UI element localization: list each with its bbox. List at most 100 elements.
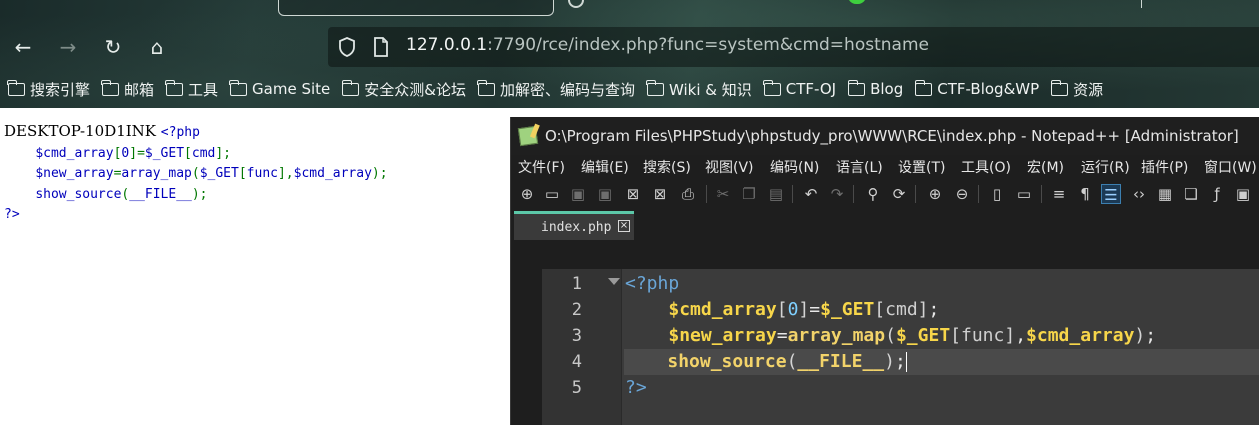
- code-line[interactable]: ?>: [625, 375, 647, 401]
- bookmark-item[interactable]: 加解密、编码与查询: [477, 75, 639, 103]
- code-token: $cmd_array: [293, 166, 372, 181]
- reload-button[interactable]: ↻: [100, 34, 126, 60]
- code-token: $new_array: [35, 166, 114, 181]
- xml-tag-icon[interactable]: ‹›: [1129, 184, 1149, 204]
- word-wrap-icon[interactable]: ≡: [1049, 184, 1069, 204]
- url-host: 127.0.0.1: [406, 35, 488, 55]
- menu-item[interactable]: 编辑(E): [581, 155, 629, 181]
- bookmark-label: 加解密、编码与查询: [499, 80, 635, 99]
- browser-tab-indicator: [848, 0, 866, 4]
- redo-icon[interactable]: ↷: [827, 184, 847, 204]
- tab-index-php[interactable]: index.php ×: [514, 211, 634, 240]
- function-list-icon[interactable]: ƒ: [1207, 184, 1227, 204]
- line-number-gutter: 1 2 3 4 5: [542, 269, 622, 425]
- close-icon[interactable]: ⊠: [623, 184, 643, 204]
- bookmark-item[interactable]: Blog: [847, 75, 907, 103]
- bookmark-item[interactable]: 安全众测&论坛: [341, 75, 470, 103]
- home-button[interactable]: ⌂: [144, 34, 170, 60]
- close-all-icon[interactable]: ⊠: [650, 184, 670, 204]
- highlighted-source: $cmd_array[0]=$_GET[cmd]; $new_array=arr…: [4, 146, 388, 223]
- show-all-chars-icon[interactable]: ¶: [1075, 184, 1095, 204]
- menu-item[interactable]: 工具(O): [961, 155, 1011, 181]
- notepad-titlebar[interactable]: O:\Program Files\PHPStudy\phpstudy_pro\W…: [511, 117, 1259, 155]
- close-tab-icon[interactable]: ×: [618, 220, 630, 232]
- zoom-out-icon[interactable]: ⊖: [952, 184, 972, 204]
- bookmark-item[interactable]: CTF-OJ: [763, 75, 840, 103]
- code-editor[interactable]: 12345 <?php $cmd_array[0]=$_GET[cmd]; $n…: [542, 269, 1259, 425]
- bookmark-label: 工具: [188, 80, 219, 99]
- menu-item[interactable]: 宏(M): [1027, 155, 1064, 181]
- save-all-icon[interactable]: ▣: [595, 184, 615, 204]
- menu-item[interactable]: 设置(T): [898, 155, 945, 181]
- code-line[interactable]: $new_array=array_map($_GET[func],$cmd_ar…: [625, 323, 1156, 349]
- shield-icon[interactable]: [338, 36, 356, 58]
- code-token: (: [191, 166, 200, 181]
- menu-item[interactable]: 文件(F): [518, 155, 565, 181]
- source-line: show_source(__FILE__);: [4, 187, 207, 202]
- toolbar-separator: [706, 185, 707, 203]
- zoom-in-icon[interactable]: ⊕: [925, 184, 945, 204]
- code-token: cmd: [885, 299, 918, 320]
- current-code-line[interactable]: show_source(__FILE__);: [624, 349, 1259, 375]
- open-file-icon[interactable]: ▭: [542, 184, 562, 204]
- indent-guide-icon[interactable]: ☰: [1101, 184, 1121, 204]
- line-number: 1: [571, 274, 582, 294]
- copy-icon[interactable]: ❐: [739, 184, 759, 204]
- new-file-icon[interactable]: ⊕: [517, 184, 537, 204]
- bookmark-item[interactable]: CTF-Blog&WP: [914, 75, 1043, 103]
- back-button[interactable]: ←: [10, 34, 36, 60]
- menu-item[interactable]: 编码(N): [770, 155, 819, 181]
- line-number: 2: [571, 300, 582, 320]
- menu-item[interactable]: 运行(R): [1081, 155, 1130, 181]
- forward-button[interactable]: →: [55, 34, 81, 60]
- bookmark-item[interactable]: 工具: [165, 75, 222, 103]
- browser-tab-active[interactable]: [278, 0, 554, 16]
- url-text[interactable]: 127.0.0.1:7790/rce/index.php?func=system…: [406, 35, 929, 55]
- page-output-block: DESKTOP-10D1INK <?php $cmd_array[0]=$_GE…: [4, 122, 388, 225]
- code-line[interactable]: $cmd_array[0]=$_GET[cmd];: [625, 297, 939, 323]
- home-icon: ⌂: [150, 35, 164, 59]
- address-bar[interactable]: 127.0.0.1:7790/rce/index.php?func=system…: [328, 27, 1259, 67]
- bookmark-item[interactable]: 邮箱: [101, 75, 158, 103]
- code-text-area[interactable]: <?php $cmd_array[0]=$_GET[cmd]; $new_arr…: [624, 269, 1259, 425]
- bookmark-item[interactable]: 搜索引擎: [7, 75, 94, 103]
- bookmark-label: Game Site: [252, 80, 331, 98]
- folder-icon: [914, 79, 933, 96]
- source-line: <?php: [161, 125, 200, 140]
- sync-horizontal-icon[interactable]: ▭: [1014, 184, 1034, 204]
- find-icon[interactable]: ⚲: [863, 184, 883, 204]
- line-number: 4: [571, 352, 582, 372]
- print-icon[interactable]: ⎙: [678, 184, 698, 204]
- toolbar-separator: [792, 185, 793, 203]
- document-map-icon[interactable]: ▦: [1155, 184, 1175, 204]
- menu-item[interactable]: 视图(V): [705, 155, 754, 181]
- line-number: 3: [571, 326, 582, 346]
- replace-icon[interactable]: ⟳: [889, 184, 909, 204]
- notepad-app-icon: [517, 125, 539, 147]
- bookmark-item[interactable]: 资源: [1050, 75, 1107, 103]
- bookmark-item[interactable]: Wiki & 知识: [646, 75, 756, 103]
- browser-tab-icon[interactable]: [568, 0, 584, 8]
- sync-vertical-icon[interactable]: ▯: [987, 184, 1007, 204]
- save-icon[interactable]: ▣: [568, 184, 588, 204]
- bookmark-item[interactable]: Game Site: [229, 75, 334, 103]
- page-icon[interactable]: [373, 37, 389, 57]
- menu-item[interactable]: 插件(P): [1141, 155, 1188, 181]
- menu-item[interactable]: 语言(L): [836, 155, 883, 181]
- cut-icon[interactable]: ✂: [713, 184, 733, 204]
- fold-marker-icon[interactable]: [608, 278, 620, 285]
- code-line[interactable]: <?php: [625, 271, 679, 297]
- code-token: ?>: [4, 207, 20, 222]
- undo-icon[interactable]: ↶: [801, 184, 821, 204]
- menu-item[interactable]: 窗口(W): [1204, 155, 1257, 181]
- bookmark-label: 安全众测&论坛: [364, 80, 466, 99]
- code-token: ;: [928, 299, 940, 320]
- folder-workspace-icon[interactable]: ▣: [1233, 184, 1253, 204]
- code-token: ;: [1145, 325, 1157, 346]
- menu-item[interactable]: 搜索(S): [643, 155, 691, 181]
- document-list-icon[interactable]: ❏: [1181, 184, 1201, 204]
- paste-icon[interactable]: ▤: [766, 184, 786, 204]
